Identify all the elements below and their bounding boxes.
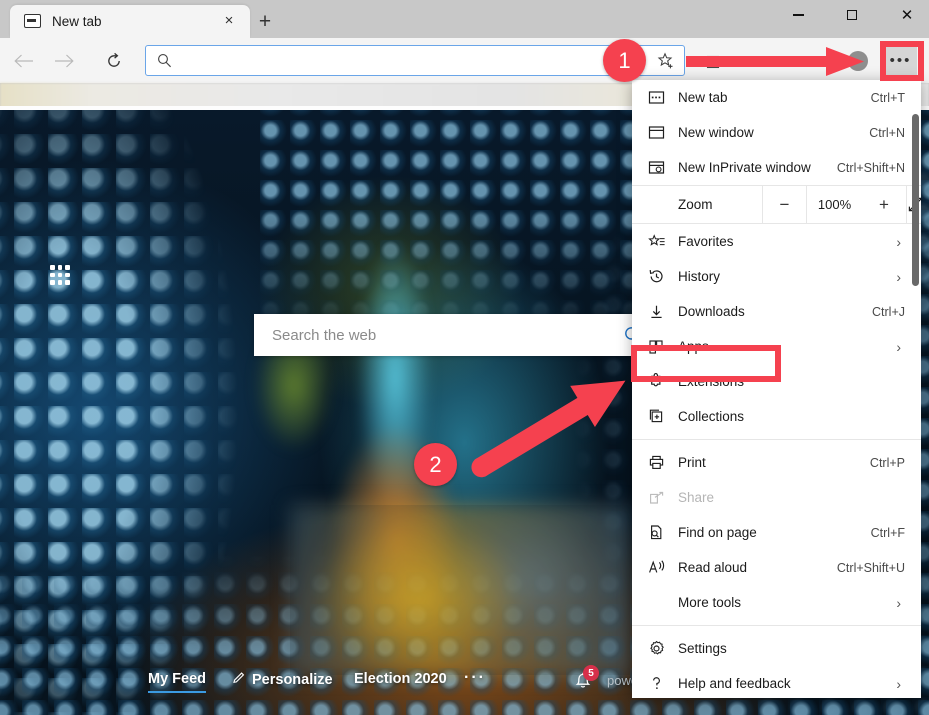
downloads-icon: [648, 304, 678, 320]
menu-item-collections[interactable]: Collections: [632, 399, 921, 434]
menu-item-new-inprivate-window[interactable]: New InPrivate window Ctrl+Shift+N: [632, 150, 921, 185]
menu-item-new-tab-shortcut: Ctrl+T: [871, 91, 921, 105]
menu-item-print-label: Print: [678, 455, 870, 470]
more-button-highlight: [880, 41, 924, 81]
menu-divider: [632, 439, 921, 440]
printer-icon: [648, 454, 678, 471]
menu-item-collections-label: Collections: [678, 409, 921, 424]
edge-browser-window: New tab × + ✕: [0, 0, 929, 715]
menu-item-new-inprivate-window-shortcut: Ctrl+Shift+N: [837, 161, 921, 175]
step-marker-2: 2: [414, 443, 457, 486]
browser-tab[interactable]: New tab ×: [10, 5, 250, 38]
menu-item-read-aloud-shortcut: Ctrl+Shift+U: [837, 561, 921, 575]
menu-item-new-window-label: New window: [678, 125, 869, 140]
extensions-highlight: [631, 345, 781, 382]
notification-badge: 5: [583, 665, 599, 681]
menu-item-print-shortcut: Ctrl+P: [870, 456, 921, 470]
zoom-out-button[interactable]: −: [762, 186, 806, 223]
tab-strip: New tab × + ✕: [0, 0, 929, 38]
zoom-in-button[interactable]: +: [862, 186, 906, 223]
menu-item-find-on-page-label: Find on page: [678, 525, 871, 540]
menu-item-share: Share: [632, 480, 921, 515]
menu-item-find-on-page-shortcut: Ctrl+F: [871, 526, 921, 540]
menu-item-new-window[interactable]: New window Ctrl+N: [632, 115, 921, 150]
callout-arrow-1: [686, 47, 864, 76]
menu-zoom-row: Zoom − 100% +: [632, 185, 921, 224]
feed-tab-personalize[interactable]: Personalize: [232, 671, 333, 689]
chevron-right-icon: ›: [896, 595, 921, 611]
menu-item-downloads-shortcut: Ctrl+J: [872, 305, 921, 319]
menu-item-find-on-page[interactable]: Find on page Ctrl+F: [632, 515, 921, 550]
app-grid-icon[interactable]: [50, 265, 70, 285]
reload-icon[interactable]: [100, 47, 128, 75]
menu-item-favorites-label: Favorites: [678, 234, 896, 249]
menu-item-read-aloud-label: Read aloud: [678, 560, 837, 575]
new-tab-icon: [648, 90, 678, 105]
forward-arrow-icon[interactable]: [50, 47, 78, 75]
menu-item-downloads[interactable]: Downloads Ctrl+J: [632, 294, 921, 329]
pencil-icon: [232, 671, 246, 689]
menu-item-read-aloud[interactable]: Read aloud Ctrl+Shift+U: [632, 550, 921, 585]
menu-item-help-and-feedback[interactable]: Help and feedback ›: [632, 666, 921, 698]
feed-tab-personalize-label: Personalize: [252, 672, 333, 688]
menu-item-share-label: Share: [678, 490, 921, 505]
history-clock-icon: [648, 268, 678, 285]
menu-scrollbar[interactable]: [912, 114, 919, 286]
zoom-label: Zoom: [632, 186, 762, 223]
menu-item-new-tab-label: New tab: [678, 90, 871, 105]
menu-item-help-and-feedback-label: Help and feedback: [678, 676, 896, 691]
maximize-button[interactable]: [829, 0, 875, 30]
find-page-icon: [648, 524, 678, 541]
new-window-icon: [648, 125, 678, 140]
callout-arrow-2: [460, 371, 640, 481]
favorites-star-icon: [648, 234, 678, 250]
menu-item-history[interactable]: History ›: [632, 259, 921, 294]
feed-more-button[interactable]: ···: [464, 669, 486, 687]
star-add-icon[interactable]: [657, 52, 676, 76]
address-input[interactable]: [180, 46, 650, 74]
menu-item-print[interactable]: Print Ctrl+P: [632, 445, 921, 480]
menu-item-settings[interactable]: Settings: [632, 631, 921, 666]
web-search-box[interactable]: [254, 314, 656, 356]
settings-gear-icon: [648, 640, 678, 657]
menu-item-new-tab[interactable]: New tab Ctrl+T: [632, 80, 921, 115]
feed-tab-election-2020[interactable]: Election 2020: [354, 671, 447, 687]
tab-close-icon[interactable]: ×: [220, 12, 238, 30]
collections-icon: [648, 408, 678, 425]
notification-bell-icon[interactable]: 5: [572, 669, 594, 696]
feed-tab-my-feed[interactable]: My Feed: [148, 671, 206, 693]
new-tab-button[interactable]: +: [253, 11, 277, 35]
chevron-right-icon: ›: [896, 676, 921, 692]
minimize-button[interactable]: [775, 0, 821, 30]
edge-settings-menu: New tab Ctrl+T New window Ctrl+N Ne: [632, 80, 921, 698]
menu-item-favorites[interactable]: Favorites ›: [632, 224, 921, 259]
new-tab-favicon-icon: [24, 14, 41, 28]
zoom-value: 100%: [806, 186, 862, 223]
search-input[interactable]: [254, 314, 610, 356]
step-marker-1: 1: [603, 39, 646, 82]
feed-content-card-overlay: [290, 505, 630, 675]
menu-divider: [632, 625, 921, 626]
inprivate-window-icon: [648, 160, 678, 175]
menu-item-downloads-label: Downloads: [678, 304, 872, 319]
chevron-right-icon: ›: [896, 339, 921, 355]
read-aloud-icon: [648, 559, 678, 576]
help-question-icon: [648, 675, 678, 692]
menu-item-history-label: History: [678, 269, 896, 284]
tab-title: New tab: [52, 14, 102, 29]
menu-item-more-tools[interactable]: More tools ›: [632, 585, 921, 620]
search-icon: [157, 53, 172, 73]
back-arrow-icon[interactable]: [10, 47, 38, 75]
close-window-button[interactable]: ✕: [884, 0, 929, 30]
menu-item-settings-label: Settings: [678, 641, 921, 656]
share-icon: [648, 490, 678, 506]
menu-item-more-tools-label: More tools: [678, 595, 896, 610]
menu-item-new-inprivate-window-label: New InPrivate window: [678, 160, 837, 175]
